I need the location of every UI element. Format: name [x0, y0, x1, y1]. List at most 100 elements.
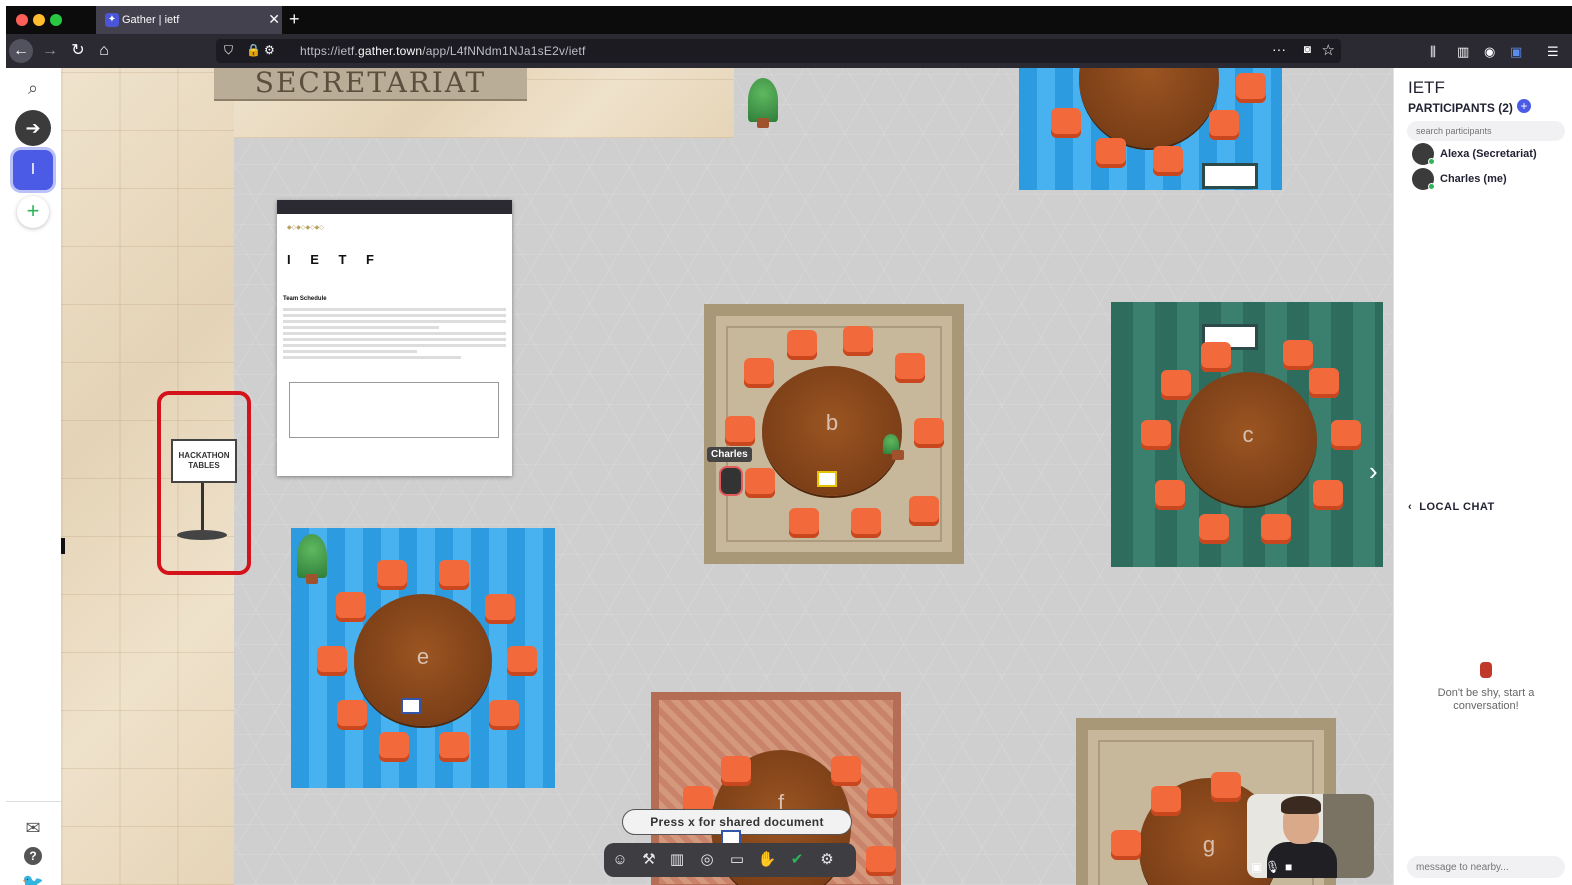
lock-icon[interactable]: 🔒 [246, 43, 261, 57]
exit-space-icon[interactable]: ➔ [15, 110, 51, 146]
chair[interactable] [1309, 368, 1339, 398]
bookmark-star-icon[interactable]: ☆ [1322, 41, 1335, 59]
url-text[interactable]: https://ietf.gather.town/app/L4fNNdm1NJa… [300, 44, 586, 58]
chair[interactable] [1111, 830, 1141, 860]
plant-icon [748, 78, 778, 128]
pocket-icon[interactable]: ◙ [1304, 42, 1311, 56]
address-bar[interactable]: ⛉ 🔒 ⚙ https://ietf.gather.town/app/L4fNN… [216, 39, 1341, 63]
chair[interactable] [1201, 342, 1231, 372]
whiteboard-object[interactable] [1202, 163, 1258, 189]
table-c[interactable]: c [1179, 372, 1317, 506]
minimize-window-button[interactable] [33, 14, 45, 26]
sign-board: HACKATHON TABLES [171, 439, 237, 483]
chair[interactable] [485, 594, 515, 624]
chair[interactable] [1313, 480, 1343, 510]
search-icon[interactable]: ⌕ [13, 68, 53, 108]
chair[interactable] [1236, 73, 1266, 103]
chair[interactable] [831, 756, 861, 786]
chair[interactable] [1096, 138, 1126, 168]
chair[interactable] [851, 508, 881, 538]
chair[interactable] [843, 326, 873, 356]
status-check-icon[interactable]: ✔ [787, 850, 807, 870]
home-icon[interactable]: ⌂ [94, 39, 114, 63]
build-hammer-icon[interactable]: ⚒ [639, 850, 659, 870]
chair[interactable] [745, 468, 775, 498]
new-tab-icon[interactable]: + [289, 9, 300, 30]
microphone-icon[interactable]: 🎙 [1265, 860, 1280, 874]
add-space-icon[interactable]: + [17, 196, 49, 228]
tab-gather[interactable]: ✦ Gather | ietf ✕ [96, 6, 282, 34]
chair[interactable] [1161, 370, 1191, 400]
close-tab-icon[interactable]: ✕ [268, 11, 280, 28]
chair[interactable] [867, 788, 897, 818]
reload-icon[interactable]: ↻ [68, 39, 88, 63]
hackathon-tables-sign[interactable]: HACKATHON TABLES [157, 391, 251, 575]
sidebar-icon[interactable]: ▥ [1457, 44, 1469, 60]
chair[interactable] [914, 418, 944, 448]
menu-icon[interactable]: ☰ [1547, 44, 1559, 60]
chevron-right-icon[interactable]: › [1369, 456, 1378, 487]
shared-document-preview[interactable]: ◆◇◆◇◆◇◆◇ I E T F Team Schedule [277, 200, 512, 476]
avatar-icon[interactable]: ☺ [610, 850, 630, 870]
chair[interactable] [895, 353, 925, 383]
secretariat-sign: SECRETARIAT [214, 68, 527, 101]
chair[interactable] [787, 330, 817, 360]
chair[interactable] [336, 592, 366, 622]
chair[interactable] [379, 732, 409, 762]
extension-icon[interactable]: ▣ [1510, 44, 1522, 60]
invite-plus-icon[interactable]: + [1517, 99, 1531, 113]
document-object-icon[interactable] [817, 471, 837, 487]
chair[interactable] [909, 496, 939, 526]
account-icon[interactable]: ◉ [1484, 44, 1495, 60]
chair[interactable] [1261, 514, 1291, 544]
document-object-icon[interactable] [401, 698, 421, 714]
table-label: b [825, 410, 839, 435]
gather-logo-icon: ✦ [105, 13, 119, 27]
zoom-window-button[interactable] [50, 14, 62, 26]
chair[interactable] [725, 416, 755, 446]
chair[interactable] [866, 846, 896, 876]
doc-table [289, 382, 499, 438]
chair[interactable] [439, 560, 469, 590]
chair[interactable] [1155, 480, 1185, 510]
chair[interactable] [1153, 146, 1183, 176]
message-input[interactable] [1407, 856, 1565, 878]
chair[interactable] [744, 358, 774, 388]
close-window-button[interactable] [16, 14, 28, 26]
chair[interactable] [1283, 340, 1313, 370]
chair[interactable] [337, 700, 367, 730]
chair[interactable] [439, 732, 469, 762]
library-icon[interactable]: ⫼ [1430, 44, 1436, 60]
local-chat-header[interactable]: ‹ LOCAL CHAT [1408, 501, 1495, 513]
back-icon[interactable]: ← [9, 39, 33, 63]
table-e[interactable]: e [354, 594, 492, 726]
chair[interactable] [1211, 772, 1241, 802]
chair[interactable] [1199, 514, 1229, 544]
screen-share-icon[interactable]: ▭ [727, 850, 747, 870]
chair[interactable] [489, 700, 519, 730]
search-participants-input[interactable] [1407, 121, 1565, 141]
game-map[interactable]: SECRETARIAT HACKATHON TABLES ◆◇◆◇◆◇◆◇ I … [61, 68, 1393, 885]
permissions-icon[interactable]: ⚙ [264, 43, 275, 57]
hand-icon[interactable]: ✋ [757, 850, 777, 870]
map-icon[interactable]: ▥ [667, 850, 687, 870]
chair[interactable] [789, 508, 819, 538]
chair[interactable] [1141, 420, 1171, 450]
player-avatar[interactable] [719, 466, 743, 496]
space-ietf-button[interactable]: I [13, 150, 53, 190]
chair[interactable] [1331, 420, 1361, 450]
chair[interactable] [317, 646, 347, 676]
video-camera-icon[interactable]: ■ [1285, 860, 1292, 874]
forward-icon[interactable]: → [40, 39, 60, 63]
target-icon[interactable]: ◎ [697, 850, 717, 870]
chair[interactable] [721, 756, 751, 786]
settings-gear-icon[interactable]: ⚙ [817, 850, 837, 870]
chair[interactable] [1051, 108, 1081, 138]
tracking-shield-icon[interactable]: ⛉ [224, 43, 233, 58]
chair[interactable] [377, 560, 407, 590]
chair[interactable] [1209, 110, 1239, 140]
chair[interactable] [507, 646, 537, 676]
chair[interactable] [1151, 786, 1181, 816]
webcam-video[interactable]: ▣ 🎙 ■ [1247, 794, 1374, 878]
page-actions-icon[interactable]: ··· [1272, 41, 1286, 57]
